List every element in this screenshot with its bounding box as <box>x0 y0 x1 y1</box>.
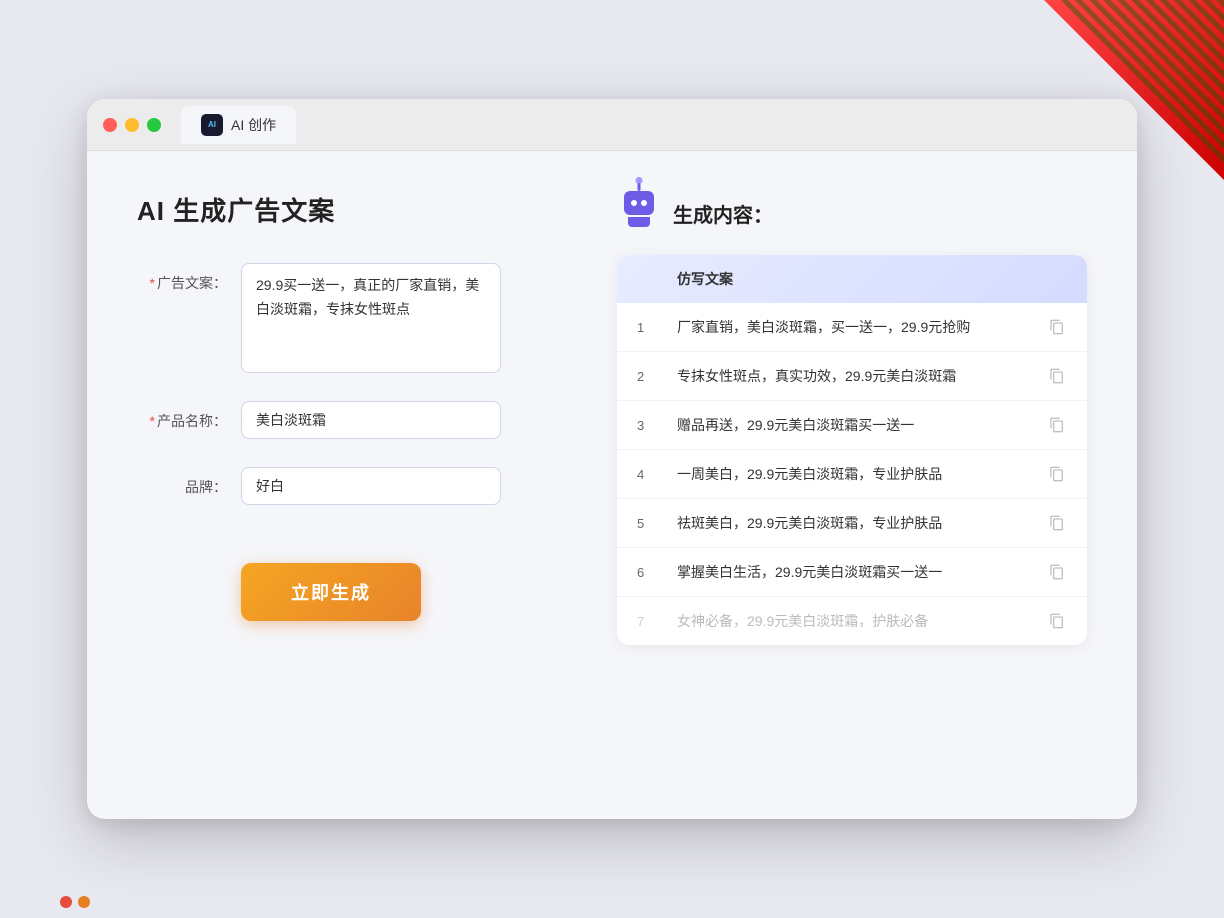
result-row: 6掌握美白生活，29.9元美白淡斑霜买一送一 <box>617 548 1087 597</box>
page-title: AI 生成广告文案 <box>137 191 557 228</box>
right-panel-header: 生成内容： <box>617 191 1087 235</box>
ad-copy-label: *广告文案： <box>137 263 227 293</box>
tab-label: AI 创作 <box>231 115 276 135</box>
result-num: 5 <box>637 516 677 531</box>
copy-icon[interactable] <box>1047 464 1067 484</box>
browser-window: AI 创作 AI 生成广告文案 *广告文案： 29.9买一送一，真正的厂家直销，… <box>87 99 1137 819</box>
results-header: 仿写文案 <box>617 255 1087 303</box>
title-bar: AI 创作 <box>87 99 1137 151</box>
product-name-label: *产品名称： <box>137 401 227 431</box>
robot-icon <box>617 191 661 235</box>
result-num: 4 <box>637 467 677 482</box>
copy-icon[interactable] <box>1047 513 1067 533</box>
result-text: 女神必备，29.9元美白淡斑霜，护肤必备 <box>677 611 1047 631</box>
dot-orange <box>78 896 90 908</box>
robot-antenna <box>638 183 641 191</box>
close-button[interactable] <box>103 118 117 132</box>
minimize-button[interactable] <box>125 118 139 132</box>
ad-copy-field-row: *广告文案： 29.9买一送一，真正的厂家直销，美白淡斑霜，专抹女性斑点 <box>137 263 557 373</box>
copy-icon[interactable] <box>1047 611 1067 631</box>
result-row: 1厂家直销，美白淡斑霜，买一送一，29.9元抢购 <box>617 303 1087 352</box>
results-list: 1厂家直销，美白淡斑霜，买一送一，29.9元抢购 2专抹女性斑点，真实功效，29… <box>617 303 1087 645</box>
robot-head <box>624 191 654 215</box>
copy-icon[interactable] <box>1047 317 1067 337</box>
result-row: 2专抹女性斑点，真实功效，29.9元美白淡斑霜 <box>617 352 1087 401</box>
result-num: 3 <box>637 418 677 433</box>
corner-decoration-bottom-left <box>60 896 90 908</box>
result-num: 1 <box>637 320 677 335</box>
result-row: 4一周美白，29.9元美白淡斑霜，专业护肤品 <box>617 450 1087 499</box>
result-text: 厂家直销，美白淡斑霜，买一送一，29.9元抢购 <box>677 317 1047 337</box>
result-text: 一周美白，29.9元美白淡斑霜，专业护肤品 <box>677 464 1047 484</box>
ai-tab-icon <box>201 114 223 136</box>
ad-copy-required-star: * <box>150 275 155 291</box>
copy-icon[interactable] <box>1047 562 1067 582</box>
robot-eye-right <box>641 200 647 206</box>
result-text: 赠品再送，29.9元美白淡斑霜买一送一 <box>677 415 1047 435</box>
content-area: AI 生成广告文案 *广告文案： 29.9买一送一，真正的厂家直销，美白淡斑霜，… <box>87 151 1137 819</box>
result-row: 5祛斑美白，29.9元美白淡斑霜，专业护肤品 <box>617 499 1087 548</box>
robot-body <box>628 217 650 227</box>
dot-red <box>60 896 72 908</box>
result-num: 7 <box>637 614 677 629</box>
result-text: 祛斑美白，29.9元美白淡斑霜，专业护肤品 <box>677 513 1047 533</box>
robot-eye-left <box>631 200 637 206</box>
window-controls <box>103 118 161 132</box>
results-header-text: 仿写文案 <box>677 269 1067 289</box>
generate-button[interactable]: 立即生成 <box>241 563 421 621</box>
tab-ai-creation[interactable]: AI 创作 <box>181 106 296 144</box>
result-num: 6 <box>637 565 677 580</box>
brand-field-row: 品牌： 好白 <box>137 467 557 505</box>
result-num: 2 <box>637 369 677 384</box>
result-text: 专抹女性斑点，真实功效，29.9元美白淡斑霜 <box>677 366 1047 386</box>
product-name-input[interactable]: 美白淡斑霜 <box>241 401 501 439</box>
results-container: 仿写文案 1厂家直销，美白淡斑霜，买一送一，29.9元抢购 2专抹女性斑点，真实… <box>617 255 1087 645</box>
maximize-button[interactable] <box>147 118 161 132</box>
product-name-field-row: *产品名称： 美白淡斑霜 <box>137 401 557 439</box>
brand-label: 品牌： <box>137 467 227 497</box>
result-text: 掌握美白生活，29.9元美白淡斑霜买一送一 <box>677 562 1047 582</box>
product-name-required-star: * <box>150 413 155 429</box>
copy-icon[interactable] <box>1047 415 1067 435</box>
result-row: 3赠品再送，29.9元美白淡斑霜买一送一 <box>617 401 1087 450</box>
left-panel: AI 生成广告文案 *广告文案： 29.9买一送一，真正的厂家直销，美白淡斑霜，… <box>137 191 557 779</box>
brand-input[interactable]: 好白 <box>241 467 501 505</box>
result-row: 7女神必备，29.9元美白淡斑霜，护肤必备 <box>617 597 1087 645</box>
ad-copy-input[interactable]: 29.9买一送一，真正的厂家直销，美白淡斑霜，专抹女性斑点 <box>241 263 501 373</box>
right-panel-title: 生成内容： <box>673 199 773 228</box>
right-panel: 生成内容： 仿写文案 1厂家直销，美白淡斑霜，买一送一，29.9元抢购 2专抹女… <box>617 191 1087 779</box>
copy-icon[interactable] <box>1047 366 1067 386</box>
